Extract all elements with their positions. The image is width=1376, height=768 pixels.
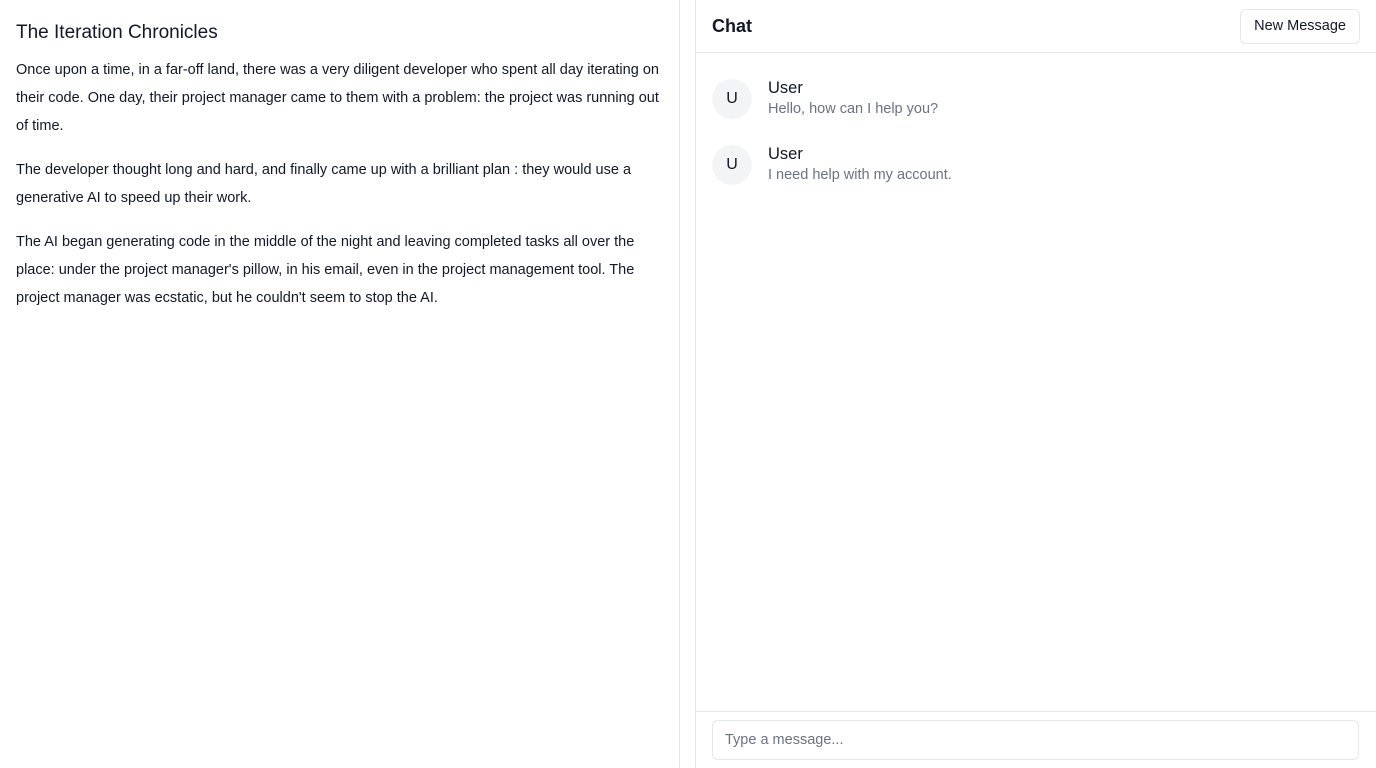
new-message-button[interactable]: New Message xyxy=(1240,8,1360,44)
chat-header: Chat New Message xyxy=(696,0,1376,53)
message-list: U User Hello, how can I help you? U User… xyxy=(696,53,1376,711)
message-composer xyxy=(696,711,1376,768)
avatar: U xyxy=(712,145,752,185)
story-paragraph: Once upon a time, in a far-off land, the… xyxy=(16,62,659,134)
message-item: U User Hello, how can I help you? xyxy=(712,77,1360,119)
message-author: User xyxy=(768,79,803,97)
story-title: The Iteration Chronicles xyxy=(16,22,218,43)
story-panel: The Iteration Chronicles Once upon a tim… xyxy=(0,0,680,768)
message-item: U User I need help with my account. xyxy=(712,143,1360,185)
message-body: User I need help with my account. xyxy=(768,143,952,185)
message-input[interactable] xyxy=(712,720,1359,760)
message-author: User xyxy=(768,145,803,163)
avatar: U xyxy=(712,79,752,119)
story-paragraph: The developer thought long and hard, and… xyxy=(16,162,632,206)
story-paragraph: The AI began generating code in the midd… xyxy=(16,234,635,306)
message-body: User Hello, how can I help you? xyxy=(768,77,938,119)
message-text: I need help with my account. xyxy=(768,167,952,183)
app-root: The Iteration Chronicles Once upon a tim… xyxy=(0,0,1376,768)
chat-title: Chat xyxy=(712,15,752,36)
chat-panel: Chat New Message U User Hello, how can I… xyxy=(696,0,1376,768)
panel-divider[interactable] xyxy=(680,0,696,768)
message-text: Hello, how can I help you? xyxy=(768,101,939,117)
